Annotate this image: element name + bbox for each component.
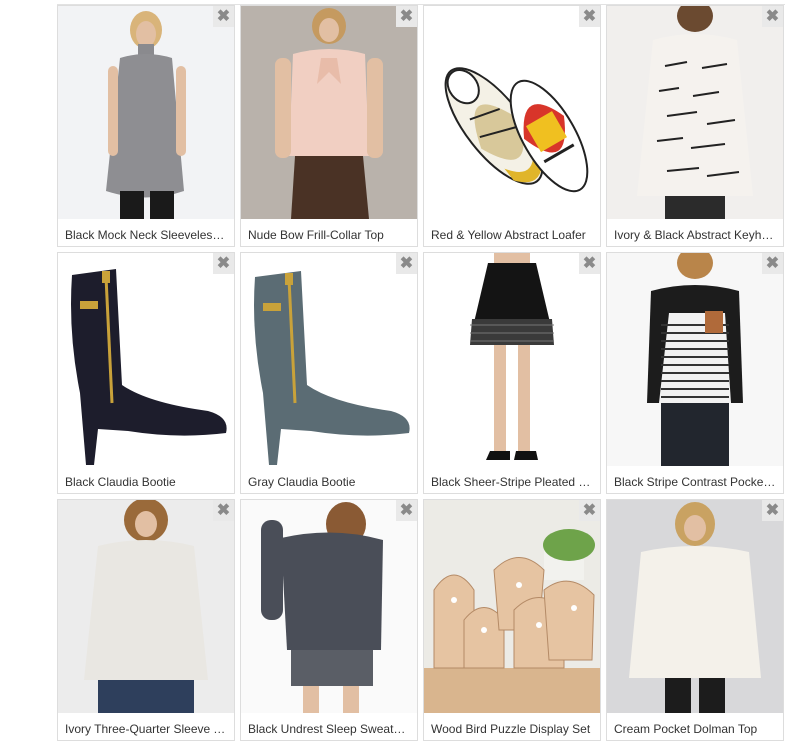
product-card[interactable]: ✖ Black Stripe Contrast Pocket Top (606, 252, 784, 494)
close-icon[interactable]: ✖ (213, 500, 234, 521)
product-image[interactable] (424, 253, 600, 466)
product-grid: ✖ Black Mock Neck Sleeveless Tunic ✖ Nude … (57, 5, 787, 750)
close-icon[interactable]: ✖ (762, 6, 783, 27)
product-card[interactable]: ✖ Ivory Three-Quarter Sleeve Tunic (57, 499, 235, 741)
product-card[interactable]: ✖ Black Sheer-Stripe Pleated Skirt (423, 252, 601, 494)
product-title[interactable]: Nude Bow Frill-Collar Top (248, 227, 411, 243)
close-icon[interactable]: ✖ (396, 253, 417, 274)
product-title[interactable]: Wood Bird Puzzle Display Set (431, 721, 594, 737)
close-icon[interactable]: ✖ (396, 6, 417, 27)
product-card[interactable]: ✖ Black Claudia Bootie (57, 252, 235, 494)
product-title[interactable]: Black Claudia Bootie (65, 474, 228, 490)
product-image[interactable] (58, 6, 234, 219)
product-image[interactable] (241, 6, 417, 219)
product-title[interactable]: Ivory & Black Abstract Keyhole Top (614, 227, 777, 243)
product-card[interactable]: ✖ Black Mock Neck Sleeveless Tunic (57, 5, 235, 247)
product-title[interactable]: Black Stripe Contrast Pocket Top (614, 474, 777, 490)
product-card[interactable]: ✖ Black Undrest Sleep Sweatshirt (240, 499, 418, 741)
product-image[interactable] (607, 253, 783, 466)
product-card[interactable]: ✖ Wood Bird Puzzle Display Set (423, 499, 601, 741)
product-title[interactable]: Ivory Three-Quarter Sleeve Tunic (65, 721, 228, 737)
product-title[interactable]: Gray Claudia Bootie (248, 474, 411, 490)
product-card[interactable]: ✖ Cream Pocket Dolman Top (606, 499, 784, 741)
product-title[interactable]: Black Sheer-Stripe Pleated Skirt (431, 474, 594, 490)
close-icon[interactable]: ✖ (762, 500, 783, 521)
close-icon[interactable]: ✖ (579, 253, 600, 274)
close-icon[interactable]: ✖ (762, 253, 783, 274)
product-image[interactable] (424, 500, 600, 713)
product-title[interactable]: Black Mock Neck Sleeveless Tunic (65, 227, 228, 243)
product-card[interactable]: ✖ Nude Bow Frill-Collar Top (240, 5, 418, 247)
close-icon[interactable]: ✖ (579, 6, 600, 27)
product-title[interactable]: Black Undrest Sleep Sweatshirt (248, 721, 411, 737)
close-icon[interactable]: ✖ (579, 500, 600, 521)
close-icon[interactable]: ✖ (213, 6, 234, 27)
product-image[interactable] (58, 500, 234, 713)
product-image[interactable] (241, 253, 417, 466)
close-icon[interactable]: ✖ (396, 500, 417, 521)
product-title[interactable]: Red & Yellow Abstract Loafer (431, 227, 594, 243)
product-card[interactable]: ✖ Red & Yellow Abstract Loafer (423, 5, 601, 247)
product-card[interactable]: ✖ Gray Claudia Bootie (240, 252, 418, 494)
product-title[interactable]: Cream Pocket Dolman Top (614, 721, 777, 737)
product-image[interactable] (58, 253, 234, 466)
product-image[interactable] (607, 500, 783, 713)
product-image[interactable] (424, 6, 600, 219)
product-image[interactable] (241, 500, 417, 713)
close-icon[interactable]: ✖ (213, 253, 234, 274)
product-image[interactable] (607, 6, 783, 219)
product-card[interactable]: ✖ Ivory & Black Abstract Keyhole Top (606, 5, 784, 247)
